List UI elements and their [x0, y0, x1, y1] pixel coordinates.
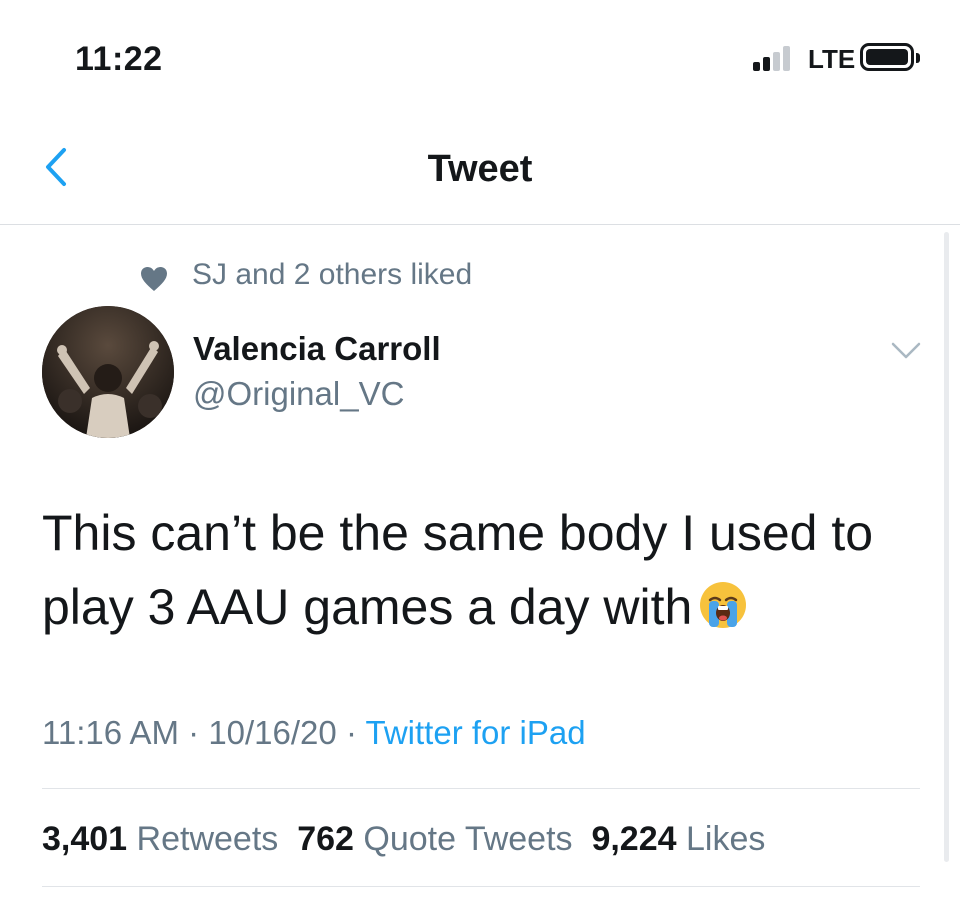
- tweet-text: This can’t be the same body I used to pl…: [42, 505, 874, 635]
- nav-divider: [0, 224, 960, 225]
- divider: [42, 788, 920, 789]
- likes-count: 9,224: [591, 820, 677, 858]
- avatar[interactable]: [42, 306, 174, 438]
- quote-tweets-count: 762: [297, 820, 354, 858]
- crying-face-emoji-icon: [698, 576, 748, 628]
- author-name[interactable]: Valencia Carroll: [193, 330, 441, 368]
- heart-icon: [140, 266, 168, 292]
- tweet-time: 11:16 AM: [42, 714, 179, 751]
- scrollbar[interactable]: [944, 232, 949, 862]
- retweets-stat[interactable]: 3,401 Retweets: [42, 820, 278, 858]
- status-time: 11:22: [75, 40, 163, 78]
- page-title: Tweet: [427, 148, 533, 190]
- likes-label: Likes: [686, 820, 766, 858]
- social-context-text[interactable]: SJ and 2 others liked: [192, 258, 472, 292]
- quote-tweets-stat[interactable]: 762 Quote Tweets: [297, 820, 572, 858]
- quote-tweets-label: Quote Tweets: [363, 820, 573, 858]
- separator: ·: [178, 714, 209, 751]
- tweet-date: 10/16/20: [208, 714, 337, 751]
- battery-icon: [860, 43, 920, 71]
- tweet-source-link[interactable]: Twitter for iPad: [366, 714, 586, 751]
- retweets-label: Retweets: [136, 820, 279, 858]
- likes-stat[interactable]: 9,224 Likes: [591, 820, 765, 858]
- tweet-body: This can’t be the same body I used to pl…: [42, 496, 922, 644]
- network-type: LTE: [808, 44, 856, 74]
- divider: [42, 886, 920, 887]
- tweet-stats: 3,401 Retweets 762 Quote Tweets 9,224 Li…: [42, 820, 765, 859]
- separator: ·: [336, 714, 366, 751]
- signal-strength-icon: [753, 45, 801, 71]
- chevron-down-icon[interactable]: [890, 340, 922, 362]
- author-handle[interactable]: @Original_VC: [193, 375, 404, 413]
- tweet-meta: 11:16 AM · 10/16/20 · Twitter for iPad: [42, 714, 586, 752]
- retweets-count: 3,401: [42, 820, 128, 858]
